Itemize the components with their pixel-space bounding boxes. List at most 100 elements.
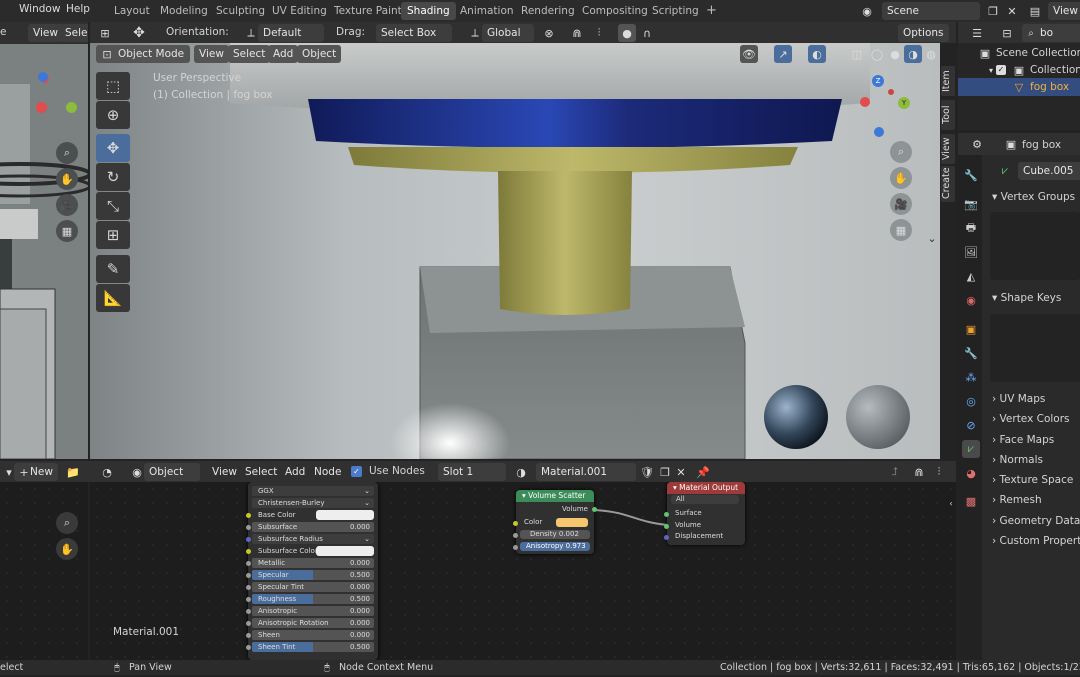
folder-icon[interactable]: 📁 — [64, 463, 82, 481]
measure-tool[interactable]: 📐 — [96, 284, 130, 312]
tab-shading[interactable]: Shading — [401, 2, 456, 20]
volume-scatter-node[interactable]: ▾ Volume Scatter Volume Color Density 0.… — [513, 490, 597, 554]
material-properties-icon[interactable]: ◕ — [962, 464, 980, 482]
volume-scatter-header[interactable]: ▾ Volume Scatter — [516, 490, 594, 502]
pin-icon[interactable]: 📌 — [694, 463, 712, 481]
physics-properties-icon[interactable]: ◎ — [962, 392, 980, 410]
tab-scripting[interactable]: Scripting — [646, 2, 705, 20]
left-menu-select[interactable]: Selec — [60, 24, 88, 42]
input-socket[interactable] — [246, 561, 251, 566]
visibility-icon[interactable]: 👁 — [740, 45, 758, 63]
principled-row[interactable]: Subsurface 0.000 — [246, 522, 374, 532]
properties-editor-icon[interactable]: ⚙ — [968, 135, 986, 153]
material-output-header[interactable]: ▾ Material Output — [667, 482, 745, 494]
left-menu-e[interactable]: e — [0, 26, 6, 38]
tab-compositing[interactable]: Compositing — [576, 2, 654, 20]
pivot-icon[interactable]: ⊗ — [540, 24, 558, 42]
wireframe-shading-icon[interactable]: ◯ — [868, 45, 886, 63]
gizmo-toggle-icon[interactable]: ↗ — [774, 45, 792, 63]
color-input-socket[interactable] — [513, 521, 518, 526]
menu-view[interactable]: View — [194, 45, 229, 63]
principled-row[interactable]: Roughness 0.500 — [246, 594, 374, 604]
new-scene-icon[interactable]: ❐ — [984, 2, 1002, 20]
panel-normals[interactable]: › Normals — [992, 454, 1043, 466]
volume-input-socket[interactable] — [664, 524, 669, 529]
node-editor-type-icon[interactable]: ◔ — [98, 463, 116, 481]
tab-tool[interactable]: Tool — [941, 100, 955, 130]
principled-row[interactable]: Christensen-Burley ⌄ — [252, 498, 374, 508]
left-grid-icon[interactable]: ▦ — [56, 220, 78, 242]
tab-item[interactable]: Item — [941, 66, 955, 96]
principled-row[interactable]: Subsurface Radius ⌄ — [246, 534, 374, 544]
principled-row[interactable]: Sheen 0.000 — [246, 630, 374, 640]
3d-viewport[interactable]: User Perspective (1) Collection | fog bo… — [90, 43, 940, 459]
vertex-groups-list[interactable] — [990, 212, 1080, 280]
panel-remesh[interactable]: › Remesh — [992, 494, 1042, 506]
scene-icon[interactable]: ◉ — [858, 2, 876, 20]
tab-sculpting[interactable]: Sculpting — [210, 2, 271, 20]
transform-tool-icon[interactable]: ✥ — [130, 24, 148, 42]
tab-uv-editing[interactable]: UV Editing — [266, 2, 333, 20]
editor-type-icon[interactable]: ⊞ — [96, 24, 114, 42]
input-socket[interactable] — [246, 537, 251, 542]
cursor-tool[interactable]: ⊕ — [96, 101, 130, 129]
material-name-field[interactable]: Material.001 — [536, 463, 636, 481]
tab-modeling[interactable]: Modeling — [154, 2, 214, 20]
particles-properties-icon[interactable]: ⁂ — [962, 368, 980, 386]
tab-layout[interactable]: Layout — [108, 2, 156, 20]
pan-icon[interactable]: ✋ — [890, 167, 912, 189]
principled-row[interactable]: Metallic 0.000 — [246, 558, 374, 568]
move-tool[interactable]: ✥ — [96, 134, 130, 162]
left-camera-icon[interactable]: 🎥 — [56, 194, 78, 216]
falloff-icon[interactable]: ∩ — [638, 24, 656, 42]
menu-help[interactable]: Help — [66, 3, 90, 15]
node-editor-canvas[interactable]: Material.001 GGX ⌄ Christensen-Burley ⌄ Base… — [90, 482, 956, 660]
parent-node-icon[interactable]: ⮥ — [886, 463, 904, 481]
view-layer-properties-icon[interactable]: 🖼 — [962, 243, 980, 261]
panel-face-maps[interactable]: › Face Maps — [992, 434, 1054, 446]
snap-icon[interactable]: ⋒ — [568, 24, 586, 42]
volume-output-socket[interactable] — [592, 507, 597, 512]
menu-window[interactable]: Window — [19, 3, 60, 15]
node-menu-node[interactable]: Node — [309, 463, 346, 481]
panel-vertex-groups[interactable]: ▾ Vertex Groups — [992, 191, 1075, 203]
menu-object[interactable]: Object — [297, 45, 342, 63]
xray-icon[interactable]: ◫ — [848, 45, 866, 63]
drag-dropdown[interactable]: Select Box — [376, 24, 452, 42]
input-socket[interactable] — [246, 645, 251, 650]
zoom-icon[interactable]: ⌕ — [890, 141, 912, 163]
left-zoom-icon[interactable]: ⌕ — [56, 142, 78, 164]
principled-row[interactable]: Specular 0.500 — [246, 570, 374, 580]
panel-shape-keys[interactable]: ▾ Shape Keys — [992, 292, 1061, 304]
annotate-tool[interactable]: ✎ — [96, 255, 130, 283]
panel-custom-properties[interactable]: › Custom Properties — [992, 535, 1080, 547]
solid-shading-icon[interactable]: ● — [886, 45, 904, 63]
unlink-material-icon[interactable]: ✕ — [672, 463, 690, 481]
transform-tool[interactable]: ⊞ — [96, 221, 130, 249]
input-socket[interactable] — [246, 633, 251, 638]
scene-selector[interactable]: Scene — [882, 2, 980, 20]
input-socket[interactable] — [246, 621, 251, 626]
collection-checkbox[interactable]: ✓ — [996, 65, 1006, 75]
left-node-area[interactable]: ⌕ ✋ — [0, 482, 88, 660]
color-swatch[interactable] — [316, 546, 374, 556]
world-properties-icon[interactable]: ◉ — [962, 291, 980, 309]
orientation-dropdown[interactable]: Default — [258, 24, 324, 42]
left-node-pan-icon[interactable]: ✋ — [56, 538, 78, 560]
node-sidebar-collapse-icon[interactable]: ‹ — [946, 494, 956, 512]
left-pan-icon[interactable]: ✋ — [56, 168, 78, 190]
render-properties-icon[interactable]: 📷 — [962, 195, 980, 213]
output-target-dropdown[interactable]: All — [671, 495, 739, 504]
outliner-collection[interactable]: Collection — [1030, 64, 1080, 76]
outliner-editor-icon[interactable]: ☰ — [968, 24, 986, 42]
scene-properties-icon[interactable]: ◭ — [962, 267, 980, 285]
overlay-icon[interactable]: ◐ — [808, 45, 826, 63]
principled-row[interactable]: Specular Tint 0.000 — [246, 582, 374, 592]
anisotropy-input-socket[interactable] — [513, 545, 518, 550]
panel-geometry-data[interactable]: › Geometry Data — [992, 515, 1080, 527]
input-socket[interactable] — [246, 549, 251, 554]
delete-scene-icon[interactable]: ✕ — [1003, 2, 1021, 20]
modifier-properties-icon[interactable]: 🔧 — [962, 344, 980, 362]
slot-dropdown[interactable]: Slot 1 — [438, 463, 506, 481]
snap-target-icon[interactable]: ⫶ — [590, 24, 608, 42]
